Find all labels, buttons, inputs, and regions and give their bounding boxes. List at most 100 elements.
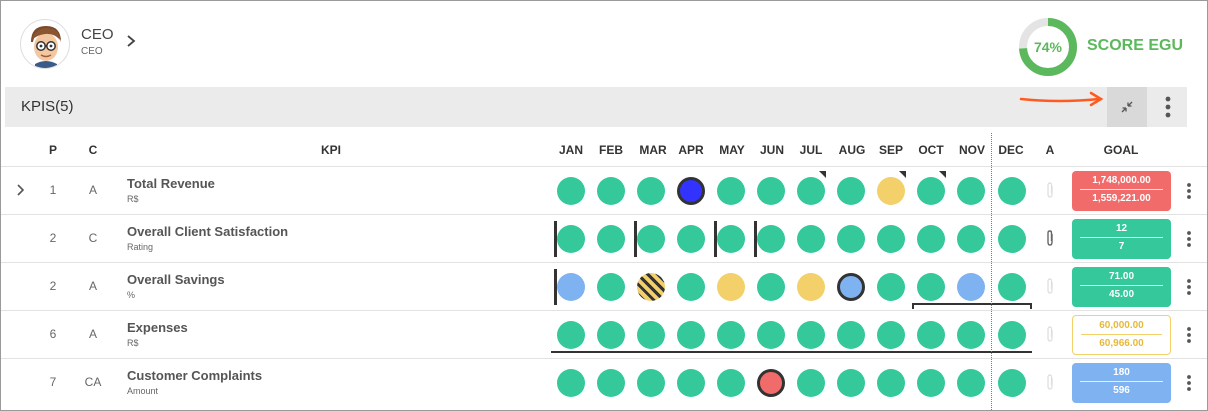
section-more-button[interactable]	[1153, 87, 1183, 127]
status-dot-may[interactable]	[717, 321, 745, 349]
avatar[interactable]	[20, 19, 70, 69]
status-dot-jan[interactable]	[557, 369, 585, 397]
status-dot-nov[interactable]	[957, 273, 985, 301]
status-dot-sep[interactable]	[877, 225, 905, 253]
kpi-name[interactable]: Overall Savings	[127, 272, 225, 287]
status-dot-feb[interactable]	[597, 369, 625, 397]
status-dot-oct[interactable]	[917, 177, 945, 205]
score-label: SCORE EGU	[1087, 37, 1184, 54]
col-p: P	[48, 143, 57, 157]
collapse-button[interactable]	[1107, 87, 1147, 127]
status-dot-mar[interactable]	[637, 225, 665, 253]
status-dot-feb[interactable]	[597, 225, 625, 253]
status-dot-oct[interactable]	[917, 369, 945, 397]
attachment-icon[interactable]	[1045, 325, 1055, 343]
status-dot-nov[interactable]	[957, 177, 985, 205]
kpi-name[interactable]: Total Revenue	[127, 176, 215, 191]
status-dot-oct[interactable]	[917, 273, 945, 301]
comment-marker	[899, 171, 906, 178]
col-sep: SEP	[878, 143, 903, 157]
table-row[interactable]: 6 A Expenses R$ 60,000.00 60,966.00	[1, 311, 1207, 359]
status-dot-jul[interactable]	[797, 273, 825, 301]
status-dot-jul[interactable]	[797, 177, 825, 205]
status-dot-may[interactable]	[717, 177, 745, 205]
status-dot-jul[interactable]	[797, 369, 825, 397]
status-dot-aug[interactable]	[837, 321, 865, 349]
status-dot-sep[interactable]	[877, 321, 905, 349]
status-dot-feb[interactable]	[597, 273, 625, 301]
status-dot-may[interactable]	[717, 273, 745, 301]
status-dot-dec[interactable]	[998, 273, 1026, 301]
status-dot-feb[interactable]	[597, 321, 625, 349]
table-row[interactable]: 7 CA Customer Complaints Amount 180 596	[1, 359, 1207, 407]
status-dot-nov[interactable]	[957, 225, 985, 253]
kpi-name[interactable]: Customer Complaints	[127, 368, 262, 383]
more-vertical-icon[interactable]	[1179, 277, 1199, 297]
status-dot-mar[interactable]	[637, 177, 665, 205]
status-dot-jun[interactable]	[757, 321, 785, 349]
status-dot-jul[interactable]	[797, 321, 825, 349]
more-vertical-icon[interactable]	[1179, 325, 1199, 345]
status-dot-mar[interactable]	[637, 369, 665, 397]
status-dot-sep[interactable]	[877, 177, 905, 205]
attachment-icon[interactable]	[1045, 229, 1055, 247]
period-underline	[551, 351, 1032, 353]
status-dot-jun[interactable]	[757, 369, 785, 397]
status-dot-jan[interactable]	[557, 273, 585, 301]
status-dot-mar[interactable]	[637, 273, 665, 301]
goal-target: 180	[1080, 367, 1163, 382]
comment-marker	[939, 171, 946, 178]
col-may: MAY	[719, 143, 745, 157]
status-dot-jun[interactable]	[757, 177, 785, 205]
status-dot-dec[interactable]	[998, 369, 1026, 397]
goal-target: 60,000.00	[1081, 320, 1162, 335]
status-dot-nov[interactable]	[957, 369, 985, 397]
table-row[interactable]: 2 A Overall Savings % 71.00 45.00	[1, 263, 1207, 311]
status-dot-mar[interactable]	[637, 321, 665, 349]
status-dot-dec[interactable]	[998, 225, 1026, 253]
kpi-unit: Amount	[127, 386, 159, 396]
attachment-icon[interactable]	[1045, 373, 1055, 391]
status-dot-jun[interactable]	[757, 273, 785, 301]
status-dot-nov[interactable]	[957, 321, 985, 349]
status-dot-sep[interactable]	[877, 273, 905, 301]
status-dot-apr[interactable]	[677, 369, 705, 397]
col-feb: FEB	[599, 143, 623, 157]
more-vertical-icon[interactable]	[1179, 229, 1199, 249]
table-row[interactable]: 2 C Overall Client Satisfaction Rating 1…	[1, 215, 1207, 263]
table-row[interactable]: 1 A Total Revenue R$ 1,748,000.00 1,559,…	[1, 167, 1207, 215]
status-dot-jul[interactable]	[797, 225, 825, 253]
status-dot-dec[interactable]	[998, 321, 1026, 349]
status-dot-jun[interactable]	[757, 225, 785, 253]
col-a: A	[1045, 143, 1055, 157]
more-vertical-icon[interactable]	[1179, 181, 1199, 201]
status-dot-may[interactable]	[717, 225, 745, 253]
expand-chevron-icon[interactable]	[15, 184, 27, 196]
row-priority: 7	[49, 375, 57, 389]
status-dot-sep[interactable]	[877, 369, 905, 397]
status-dot-jan[interactable]	[557, 177, 585, 205]
status-dot-aug[interactable]	[837, 177, 865, 205]
status-dot-dec[interactable]	[998, 177, 1026, 205]
status-dot-may[interactable]	[717, 369, 745, 397]
status-dot-apr[interactable]	[677, 321, 705, 349]
attachment-icon[interactable]	[1045, 181, 1055, 199]
status-dot-apr[interactable]	[677, 177, 705, 205]
status-dot-aug[interactable]	[837, 369, 865, 397]
status-dot-oct[interactable]	[917, 321, 945, 349]
status-dot-oct[interactable]	[917, 225, 945, 253]
user-role: CEO	[81, 46, 103, 57]
status-dot-apr[interactable]	[677, 273, 705, 301]
chevron-right-icon[interactable]	[124, 34, 138, 48]
attachment-icon[interactable]	[1045, 277, 1055, 295]
status-dot-aug[interactable]	[837, 273, 865, 301]
more-vertical-icon[interactable]	[1179, 373, 1199, 393]
kpi-name[interactable]: Expenses	[127, 320, 188, 335]
status-dot-aug[interactable]	[837, 225, 865, 253]
status-dot-jan[interactable]	[557, 321, 585, 349]
status-dot-feb[interactable]	[597, 177, 625, 205]
status-dot-apr[interactable]	[677, 225, 705, 253]
status-dot-jan[interactable]	[557, 225, 585, 253]
kpi-name[interactable]: Overall Client Satisfaction	[127, 224, 288, 239]
col-mar: MAR	[639, 143, 667, 157]
